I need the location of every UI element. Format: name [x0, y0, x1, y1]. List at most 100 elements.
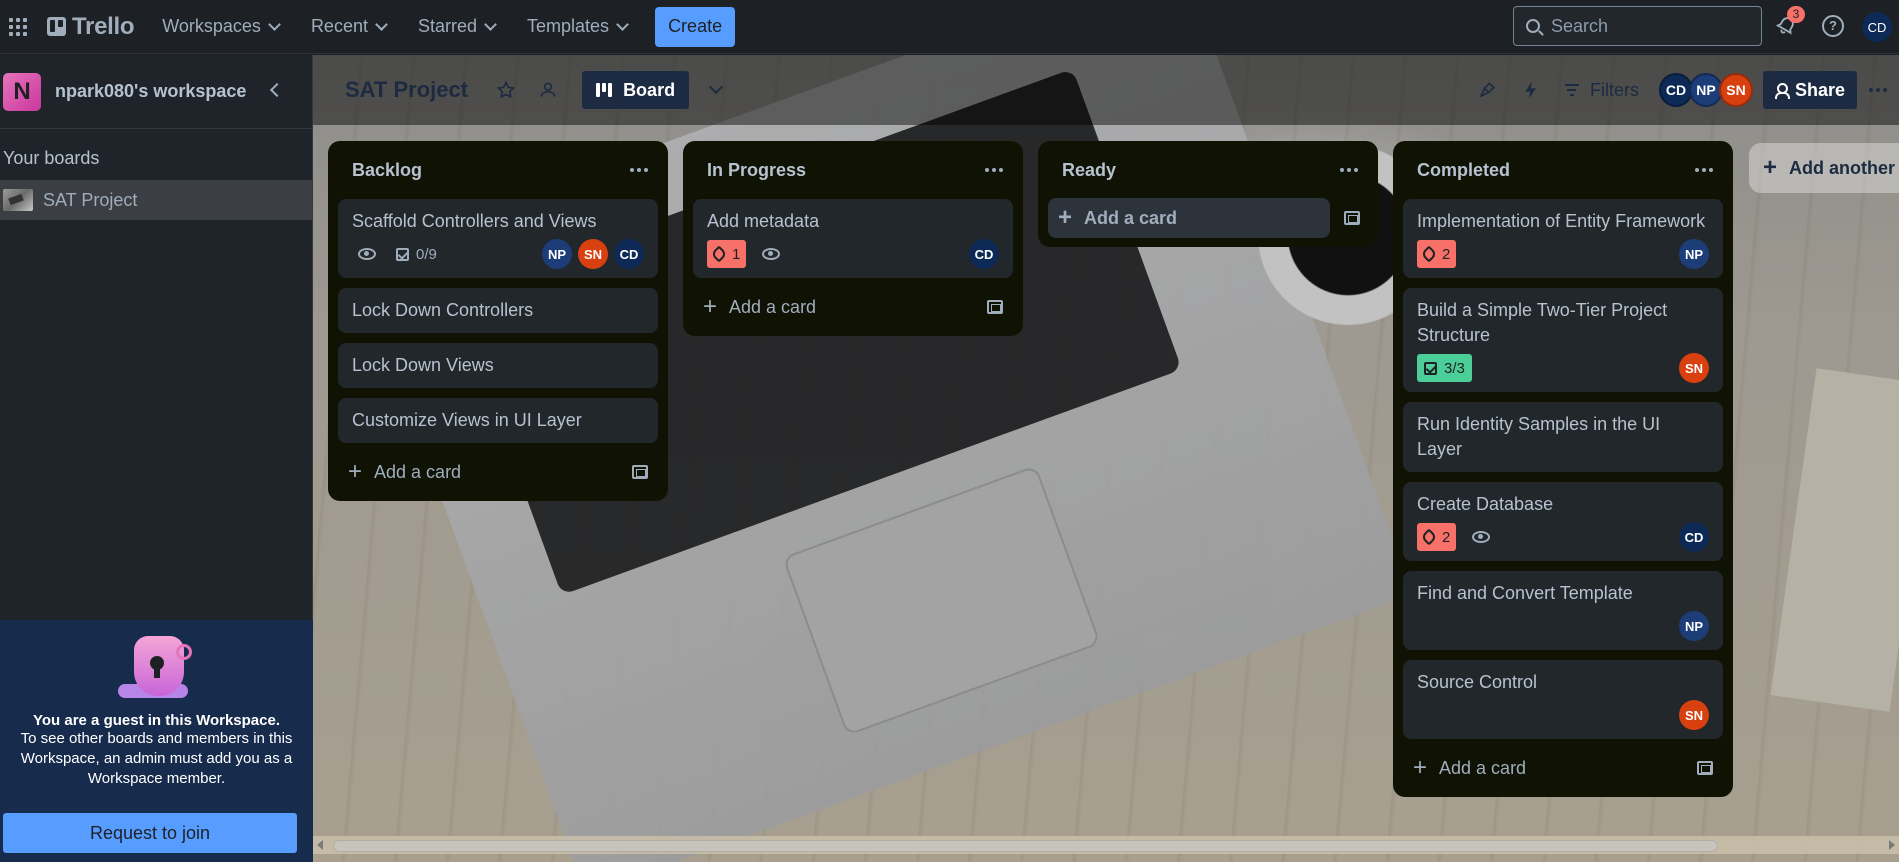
- member-avatar[interactable]: NP: [1688, 73, 1723, 107]
- card[interactable]: Lock Down Views: [338, 343, 658, 388]
- search-box[interactable]: [1513, 6, 1762, 46]
- member-avatar[interactable]: CD: [969, 239, 999, 269]
- card[interactable]: Run Identity Samples in the UI Layer: [1403, 402, 1723, 472]
- priority-badge: 1: [707, 240, 747, 268]
- help-icon[interactable]: ?: [1822, 15, 1844, 37]
- list-title[interactable]: In Progress: [707, 160, 806, 181]
- sidebar-board-sat-project[interactable]: SAT Project: [0, 180, 312, 220]
- card-template-icon[interactable]: [987, 300, 1003, 314]
- card-template-icon[interactable]: [1697, 761, 1713, 775]
- plus-icon: +: [1413, 754, 1428, 781]
- priority-badge: 2: [1417, 523, 1457, 551]
- member-avatar[interactable]: CD: [614, 239, 644, 269]
- member-avatar[interactable]: NP: [1679, 239, 1709, 269]
- checklist-icon: [1424, 361, 1437, 375]
- list-title[interactable]: Ready: [1062, 160, 1116, 181]
- member-avatar[interactable]: SN: [1718, 73, 1753, 107]
- card[interactable]: Add metadata 1 CD: [693, 199, 1013, 278]
- workspace-visible-icon[interactable]: [538, 80, 558, 100]
- card[interactable]: Build a Simple Two-Tier Project Structur…: [1403, 288, 1723, 392]
- list-header: In Progress: [693, 141, 1013, 199]
- card[interactable]: Find and Convert Template NP: [1403, 571, 1723, 650]
- chevron-down-icon[interactable]: [709, 79, 724, 95]
- scrollbar-thumb[interactable]: [333, 840, 1718, 852]
- add-card-button[interactable]: + Add a card: [1048, 198, 1368, 238]
- card[interactable]: Scaffold Controllers and Views 0/9 NP SN CD: [338, 199, 658, 278]
- watching-eye-icon: [762, 248, 781, 260]
- board-header-actions: Filters CD NP SN Share: [1477, 55, 1899, 125]
- power-ups-icon[interactable]: [1477, 80, 1497, 100]
- card-title: Customize Views in UI Layer: [352, 410, 582, 430]
- list-menu-icon[interactable]: [1340, 168, 1358, 172]
- card[interactable]: Customize Views in UI Layer: [338, 398, 658, 443]
- list-menu-icon[interactable]: [985, 168, 1003, 172]
- nav-templates[interactable]: Templates: [517, 11, 637, 43]
- member-avatar[interactable]: CD: [1679, 522, 1709, 552]
- member-avatar[interactable]: SN: [578, 239, 608, 269]
- card-title: Source Control: [1417, 672, 1538, 692]
- automation-icon[interactable]: [1521, 80, 1541, 100]
- list-header: Completed: [1403, 141, 1723, 199]
- list-menu-icon[interactable]: [630, 168, 648, 172]
- card-template-icon[interactable]: [632, 465, 648, 479]
- card-badges: NP: [1417, 611, 1709, 641]
- add-card-label: Add a card: [1439, 757, 1527, 778]
- notifications-button[interactable]: 3: [1775, 6, 1805, 39]
- card-badges: 2 CD: [1417, 522, 1709, 552]
- card[interactable]: Lock Down Controllers: [338, 288, 658, 333]
- member-avatar[interactable]: NP: [542, 239, 572, 269]
- board-menu-icon[interactable]: [1869, 88, 1887, 92]
- trello-logo[interactable]: Trello: [47, 13, 135, 41]
- plus-icon: +: [703, 293, 718, 320]
- workspace-name[interactable]: npark080's workspace: [55, 81, 246, 102]
- add-card-button[interactable]: + Add a card: [693, 288, 1013, 326]
- app-switcher-icon[interactable]: [9, 17, 27, 36]
- filters-label: Filters: [1589, 79, 1639, 100]
- checklist-complete-badge: 3/3: [1417, 354, 1472, 382]
- nav-recent[interactable]: Recent: [301, 11, 396, 43]
- card[interactable]: Source Control SN: [1403, 660, 1723, 739]
- search-input[interactable]: [1551, 15, 1751, 37]
- user-avatar[interactable]: CD: [1862, 12, 1892, 42]
- add-another-list-button[interactable]: + Add another list: [1749, 143, 1899, 193]
- share-button[interactable]: Share: [1762, 71, 1857, 109]
- create-button[interactable]: Create: [655, 6, 736, 47]
- scroll-left-icon[interactable]: [317, 840, 323, 850]
- card[interactable]: Implementation of Entity Framework 2 NP: [1403, 199, 1723, 278]
- member-avatar[interactable]: NP: [1679, 611, 1709, 641]
- member-avatar[interactable]: SN: [1679, 700, 1709, 730]
- add-card-button[interactable]: + Add a card: [1403, 749, 1723, 787]
- list-title[interactable]: Backlog: [352, 160, 422, 181]
- list-completed: Completed Implementation of Entity Framew…: [1393, 141, 1733, 797]
- board-thumbnail: [3, 189, 33, 211]
- plus-icon: +: [1763, 154, 1778, 181]
- card-template-icon[interactable]: [1344, 211, 1360, 225]
- filters-button[interactable]: Filters: [1564, 79, 1639, 101]
- list-title[interactable]: Completed: [1417, 160, 1510, 181]
- list-menu-icon[interactable]: [1695, 168, 1713, 172]
- guest-notice-title: You are a guest in this Workspace.: [32, 712, 281, 729]
- horizontal-scrollbar[interactable]: [313, 836, 1899, 854]
- card[interactable]: Create Database 2 CD: [1403, 482, 1723, 561]
- checklist-count: 3/3: [1444, 359, 1465, 377]
- board-view-button[interactable]: Board: [582, 71, 690, 109]
- collapse-sidebar-icon[interactable]: [269, 82, 285, 98]
- card-members: NP: [1679, 611, 1709, 641]
- list-backlog: Backlog Scaffold Controllers and Views 0/9…: [328, 141, 668, 501]
- card-title: Implementation of Entity Framework: [1417, 211, 1706, 231]
- add-card-field[interactable]: + Add a card: [1048, 198, 1330, 238]
- member-avatar[interactable]: CD: [1658, 73, 1693, 107]
- nav-starred[interactable]: Starred: [408, 11, 505, 43]
- card-members: CD: [1679, 522, 1709, 552]
- watching-eye-icon: [1472, 531, 1491, 543]
- plus-icon: +: [348, 458, 363, 485]
- nav-workspaces[interactable]: Workspaces: [152, 11, 289, 43]
- add-card-button[interactable]: + Add a card: [338, 453, 658, 491]
- board-title[interactable]: SAT Project: [345, 77, 468, 103]
- board-members[interactable]: CD NP SN: [1658, 73, 1753, 107]
- member-avatar[interactable]: SN: [1679, 353, 1709, 383]
- star-icon[interactable]: [496, 80, 516, 100]
- scroll-right-icon[interactable]: [1889, 840, 1895, 850]
- workspace-avatar: N: [3, 72, 41, 111]
- request-to-join-button[interactable]: Request to join: [3, 813, 297, 853]
